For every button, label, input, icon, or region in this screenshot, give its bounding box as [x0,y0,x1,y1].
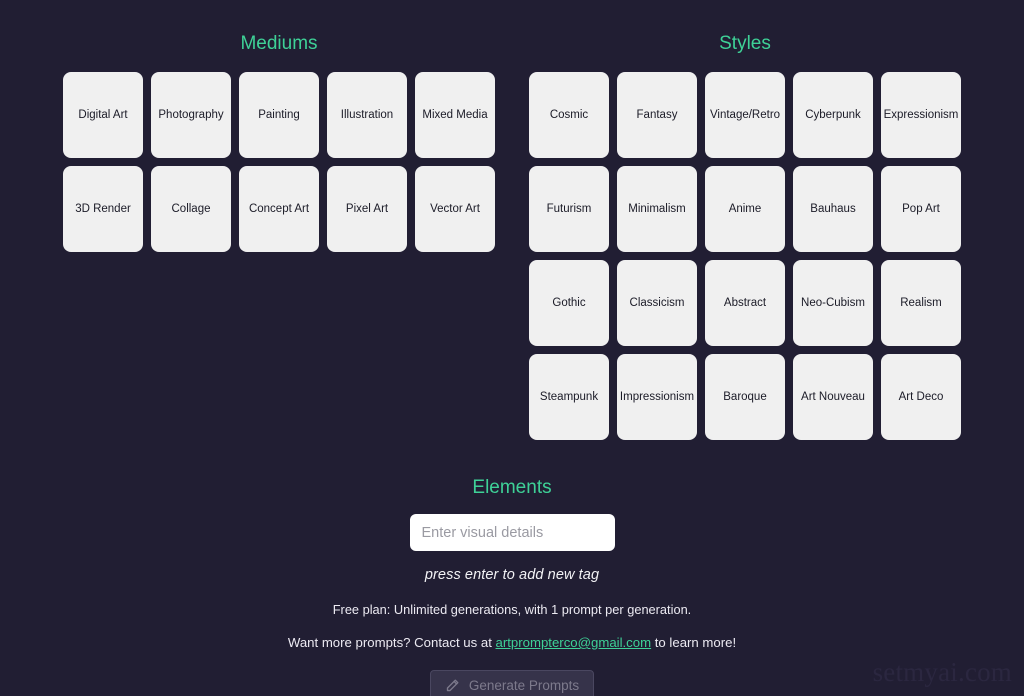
styles-grid: Cosmic Fantasy Vintage/Retro Cyberpunk Expre… [523,72,967,440]
category-columns: Mediums Digital Art Photography Painting Il… [0,0,1024,440]
contact-suffix: to learn more! [651,635,737,650]
plan-note: Free plan: Unlimited generations, with 1… [332,602,692,617]
generate-button-wrap: Generate Prompts [0,670,1024,696]
medium-tile-pixel-art[interactable]: Pixel Art [327,166,407,252]
style-tile-neo-cubism[interactable]: Neo-Cubism [793,260,873,346]
pencil-icon [445,678,460,693]
style-tile-cyberpunk[interactable]: Cyberpunk [793,72,873,158]
style-tile-gothic[interactable]: Gothic [529,260,609,346]
style-tile-fantasy[interactable]: Fantasy [617,72,697,158]
style-tile-anime[interactable]: Anime [705,166,785,252]
generate-button-label: Generate Prompts [468,678,580,693]
elements-hint: press enter to add new tag [424,567,600,583]
watermark: setmyai.com [872,657,1012,687]
elements-heading: Elements [472,477,552,498]
elements-section: Elements press enter to add new tag Free… [0,474,1024,696]
medium-tile-vector-art[interactable]: Vector Art [415,166,495,252]
style-tile-vintage-retro[interactable]: Vintage/Retro [705,72,785,158]
style-tile-art-deco[interactable]: Art Deco [881,354,961,440]
style-tile-cosmic[interactable]: Cosmic [529,72,609,158]
style-tile-art-nouveau[interactable]: Art Nouveau [793,354,873,440]
medium-tile-concept-art[interactable]: Concept Art [239,166,319,252]
style-tile-realism[interactable]: Realism [881,260,961,346]
style-tile-futurism[interactable]: Futurism [529,166,609,252]
style-tile-baroque[interactable]: Baroque [705,354,785,440]
style-tile-steampunk[interactable]: Steampunk [529,354,609,440]
medium-tile-3d-render[interactable]: 3D Render [63,166,143,252]
contact-prefix: Want more prompts? Contact us at [287,635,496,650]
mediums-column: Mediums Digital Art Photography Painting Il… [57,30,501,440]
medium-tile-photography[interactable]: Photography [151,72,231,158]
style-tile-minimalism[interactable]: Minimalism [617,166,697,252]
styles-column: Styles Cosmic Fantasy Vintage/Retro Cyberpu… [523,30,967,440]
style-tile-abstract[interactable]: Abstract [705,260,785,346]
medium-tile-mixed-media[interactable]: Mixed Media [415,72,495,158]
style-tile-expressionism[interactable]: Expressionism [881,72,961,158]
medium-tile-illustration[interactable]: Illustration [327,72,407,158]
style-tile-impressionism[interactable]: Impressionism [617,354,697,440]
medium-tile-digital-art[interactable]: Digital Art [63,72,143,158]
elements-input[interactable] [409,514,615,551]
mediums-grid: Digital Art Photography Painting Illustrati… [57,72,501,252]
app-root: Mediums Digital Art Photography Painting Il… [0,0,1024,696]
generate-prompts-button[interactable]: Generate Prompts [429,670,595,696]
mediums-heading: Mediums [240,33,318,54]
style-tile-bauhaus[interactable]: Bauhaus [793,166,873,252]
styles-heading: Styles [719,33,771,54]
style-tile-pop-art[interactable]: Pop Art [881,166,961,252]
contact-note: Want more prompts? Contact us at artprom… [0,635,1024,650]
contact-email-link[interactable]: artprompterco@gmail.com [496,635,652,650]
medium-tile-painting[interactable]: Painting [239,72,319,158]
style-tile-classicism[interactable]: Classicism [617,260,697,346]
medium-tile-collage[interactable]: Collage [151,166,231,252]
